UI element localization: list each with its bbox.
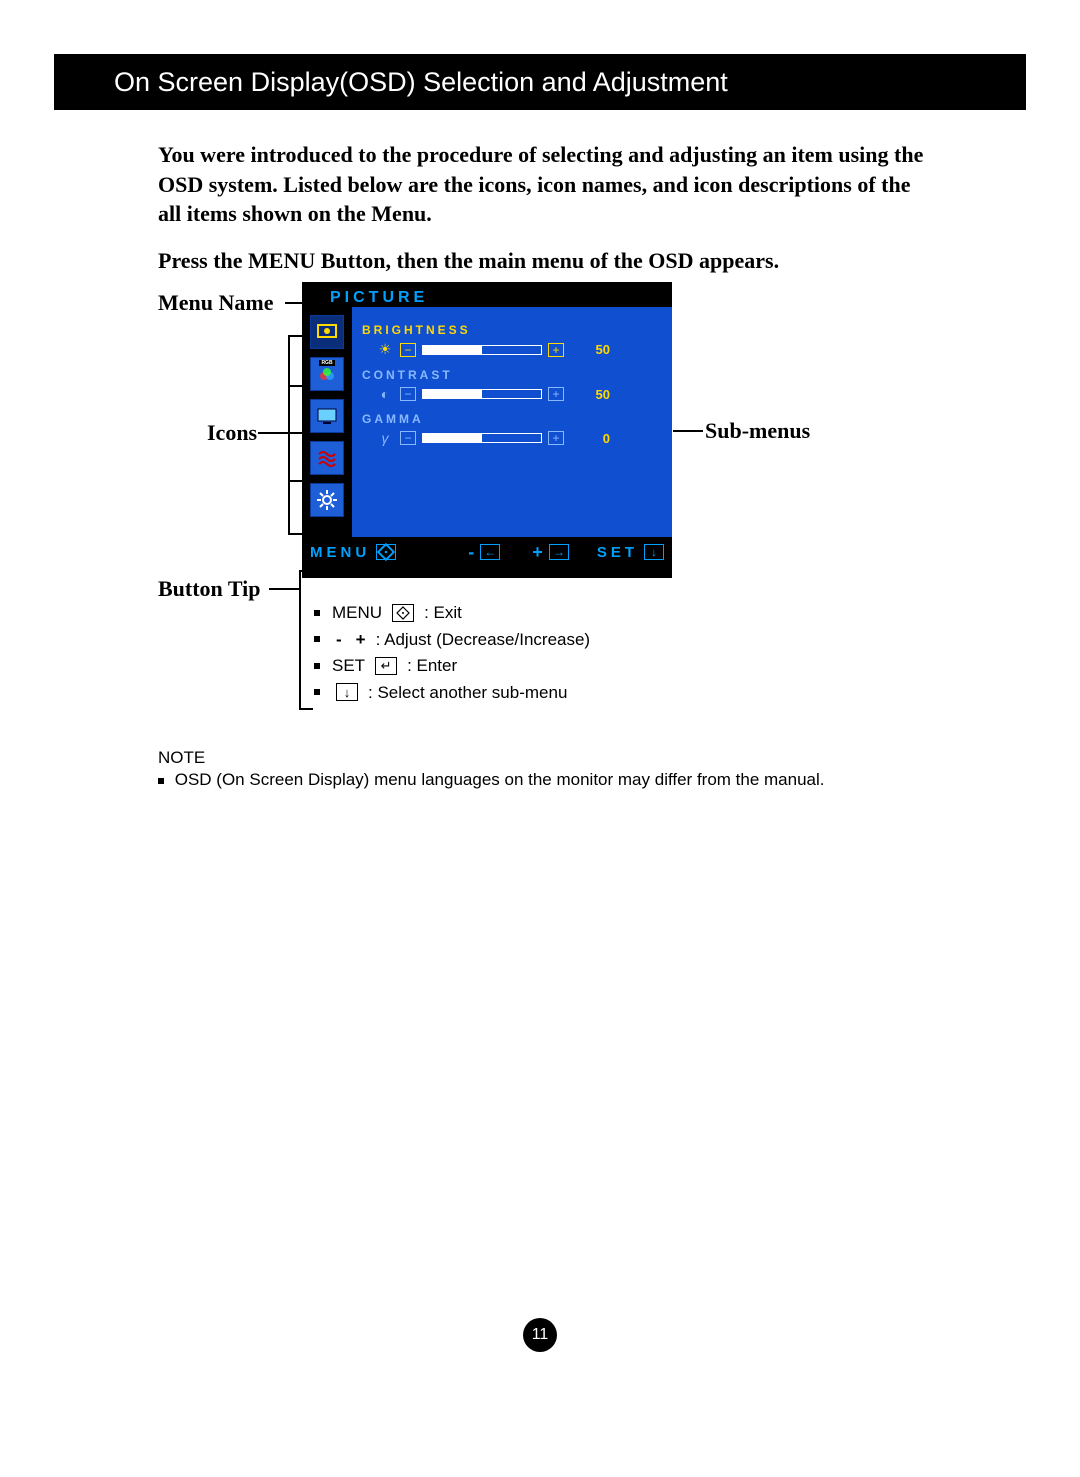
page-title: On Screen Display(OSD) Selection and Adj… bbox=[114, 67, 728, 98]
osd-screen: PICTURE RGB BRIGHTNESS bbox=[302, 282, 672, 578]
plus-button[interactable]: + bbox=[548, 431, 564, 445]
slider-track[interactable] bbox=[422, 389, 542, 399]
picture-icon[interactable] bbox=[310, 315, 344, 349]
tip-plus: + bbox=[356, 627, 366, 653]
slider-value: 50 bbox=[582, 387, 610, 402]
connector-line bbox=[299, 570, 301, 710]
footer-menu-label: MENU bbox=[310, 544, 370, 561]
osd-body: RGB BRIGHTNESS ☀ − + 50 bbox=[302, 307, 672, 537]
submenu-label: CONTRAST bbox=[362, 368, 662, 382]
footer-plus: + bbox=[532, 542, 543, 563]
button-tips: MENU : Exit - + : Adjust (Decrease/Incre… bbox=[314, 600, 590, 706]
connector-line bbox=[288, 533, 302, 535]
note-text: OSD (On Screen Display) menu languages o… bbox=[175, 770, 825, 789]
diamond-icon bbox=[376, 544, 396, 560]
connector-line bbox=[288, 335, 290, 535]
bullet-icon bbox=[314, 689, 320, 695]
note-body: OSD (On Screen Display) menu languages o… bbox=[158, 770, 958, 790]
intro-text: You were introduced to the procedure of … bbox=[158, 140, 928, 229]
sun-icon: ☀ bbox=[376, 341, 394, 358]
osd-icon-column: RGB bbox=[302, 307, 352, 537]
waves-icon[interactable] bbox=[310, 441, 344, 475]
label-menu-name: Menu Name bbox=[158, 290, 273, 316]
contrast-icon: ◐ bbox=[376, 386, 394, 402]
slider-value: 0 bbox=[582, 431, 610, 446]
tip-set-suffix: : Enter bbox=[407, 653, 457, 679]
arrow-left-icon: ← bbox=[480, 544, 500, 560]
rgb-badge: RGB bbox=[319, 360, 334, 366]
arrow-down-icon: ↓ bbox=[336, 683, 358, 701]
header-bar: On Screen Display(OSD) Selection and Adj… bbox=[54, 54, 1026, 110]
footer-set-label: SET bbox=[597, 544, 638, 561]
bullet-icon bbox=[314, 636, 320, 642]
slider-row: γ − + 0 bbox=[362, 430, 662, 446]
tip-minus: - bbox=[336, 627, 342, 653]
osd-submenu-panel: BRIGHTNESS ☀ − + 50 CONTRAST ◐ − + 50 bbox=[352, 307, 672, 537]
bullet-icon bbox=[314, 663, 320, 669]
gamma-icon: γ bbox=[376, 430, 394, 446]
tip-row: MENU : Exit bbox=[314, 600, 590, 626]
arrow-right-icon: → bbox=[549, 544, 569, 560]
minus-button[interactable]: − bbox=[400, 343, 416, 357]
connector-line bbox=[299, 708, 313, 710]
osd-footer: MENU - ← + → SET ↓ bbox=[302, 537, 672, 567]
rgb-icon[interactable]: RGB bbox=[310, 357, 344, 391]
bullet-icon bbox=[158, 778, 164, 784]
tip-menu-prefix: MENU bbox=[332, 600, 382, 626]
footer-minus: - bbox=[468, 542, 474, 563]
tip-adjust: : Adjust (Decrease/Increase) bbox=[376, 627, 590, 653]
plus-button[interactable]: + bbox=[548, 387, 564, 401]
tip-row: SET ↵ : Enter bbox=[314, 653, 590, 679]
tip-select: : Select another sub-menu bbox=[368, 680, 567, 706]
note-label: NOTE bbox=[158, 748, 205, 768]
slider-row: ☀ − + 50 bbox=[362, 341, 662, 358]
slider-row: ◐ − + 50 bbox=[362, 386, 662, 402]
tip-set-prefix: SET bbox=[332, 653, 365, 679]
plus-button[interactable]: + bbox=[548, 343, 564, 357]
bullet-icon bbox=[314, 610, 320, 616]
diamond-icon bbox=[392, 604, 414, 622]
connector-line bbox=[269, 588, 299, 590]
minus-button[interactable]: − bbox=[400, 387, 416, 401]
submenu-label: GAMMA bbox=[362, 412, 662, 426]
minus-button[interactable]: − bbox=[400, 431, 416, 445]
submenu-label: BRIGHTNESS bbox=[362, 323, 662, 337]
label-submenus: Sub-menus bbox=[705, 418, 810, 444]
submenu-gamma[interactable]: GAMMA γ − + 0 bbox=[362, 412, 662, 446]
enter-icon: ↵ bbox=[375, 657, 397, 675]
connector-line bbox=[288, 432, 302, 434]
label-icons: Icons bbox=[207, 420, 257, 446]
submenu-contrast[interactable]: CONTRAST ◐ − + 50 bbox=[362, 368, 662, 402]
slider-track[interactable] bbox=[422, 433, 542, 443]
submenu-brightness[interactable]: BRIGHTNESS ☀ − + 50 bbox=[362, 323, 662, 358]
tip-menu-suffix: : Exit bbox=[424, 600, 462, 626]
page-number: 11 bbox=[523, 1318, 557, 1352]
slider-value: 50 bbox=[582, 342, 610, 357]
connector-line bbox=[288, 335, 302, 337]
osd-menu-title: PICTURE bbox=[302, 282, 672, 307]
connector-line bbox=[288, 480, 302, 482]
press-menu-text: Press the MENU Button, then the main men… bbox=[158, 248, 928, 274]
label-button-tip: Button Tip bbox=[158, 576, 261, 602]
display-icon[interactable] bbox=[310, 399, 344, 433]
connector-line bbox=[258, 432, 288, 434]
connector-line bbox=[288, 385, 302, 387]
tip-row: ↓ : Select another sub-menu bbox=[314, 680, 590, 706]
connector-line bbox=[673, 430, 703, 432]
arrow-down-icon: ↓ bbox=[644, 544, 664, 560]
tip-row: - + : Adjust (Decrease/Increase) bbox=[314, 627, 590, 653]
slider-track[interactable] bbox=[422, 345, 542, 355]
gear-icon[interactable] bbox=[310, 483, 344, 517]
